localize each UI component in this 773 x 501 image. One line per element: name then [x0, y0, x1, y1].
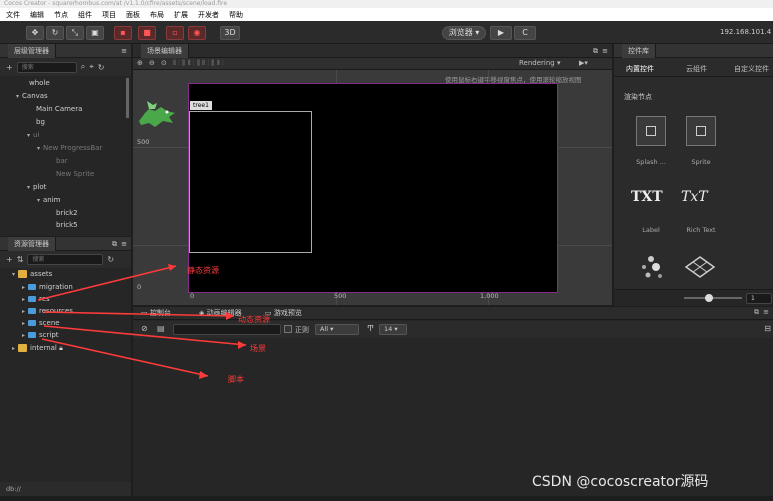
watermark: CSDN @cocoscreator源码 [532, 474, 709, 490]
annotation-scenes: 场景 [250, 344, 266, 353]
annotation-arrow [43, 325, 247, 346]
annotation-dynamic-resources: 动态资源 [238, 315, 270, 324]
annotation-arrow [37, 265, 177, 301]
annotation-scripts: 脚本 [228, 375, 244, 384]
annotation-static-resources: 静态资源 [187, 266, 219, 275]
annotation-arrows [37, 264, 247, 379]
annotation-arrow [43, 311, 235, 317]
annotation-arrow [41, 338, 209, 377]
